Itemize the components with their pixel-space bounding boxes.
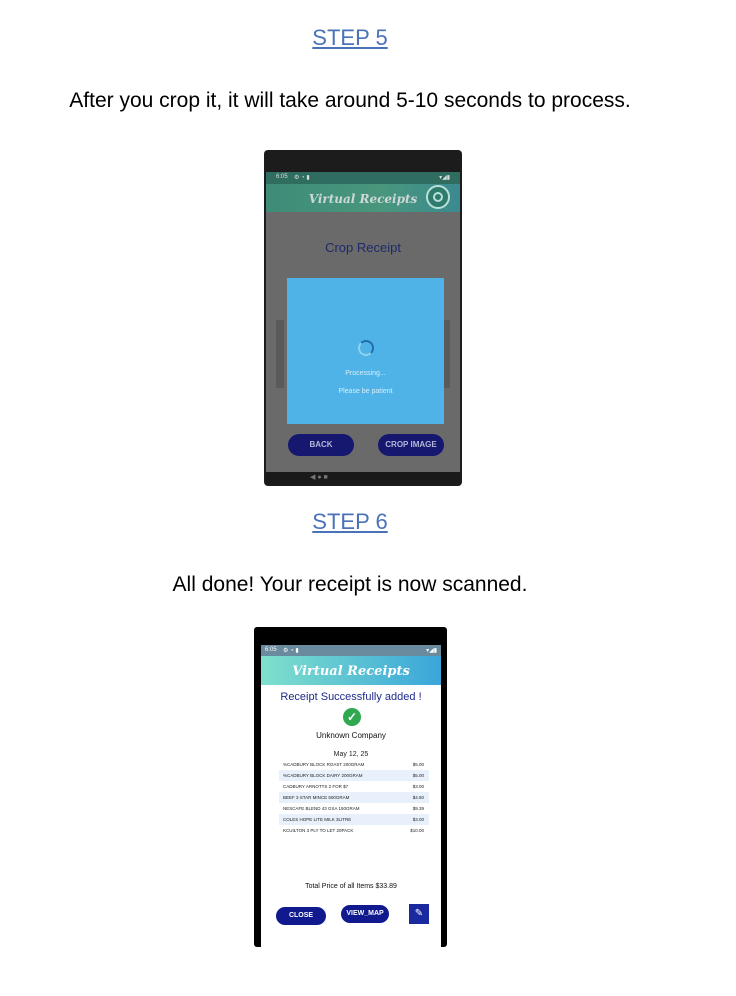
app-title: Virtual Receipts [292, 664, 410, 679]
item-price: $9.39 [412, 806, 424, 811]
spinner-icon [358, 340, 374, 356]
signal-icon: ▾◢▮ [426, 648, 437, 654]
item-price: $3.00 [412, 784, 424, 789]
item-name: COLES HOPE LITE MILK 3LITRE [283, 817, 352, 822]
phone-screenshot-processing: 6:05 ⚙ ◔ ▮ ▾◢▮ Virtual Receipts Crop Rec… [264, 150, 462, 486]
receipt-date: May 12, 25 [333, 751, 369, 758]
processing-dialog: Processing... Please be patient [287, 278, 444, 424]
success-message: Receipt Successfully added ! [280, 691, 422, 703]
total-price: Total Price of all Items $33.89 [305, 883, 397, 890]
status-icons: ⚙ ◔ ▮ [294, 175, 310, 181]
list-item: KCUILTON 3 PLY TO LET 20PACK $10.00 [279, 825, 429, 836]
receipt-items-list: %CADBURY BLOCK ROAST 200GRAM $5.00 %CADBU… [279, 759, 429, 836]
list-item: CADBURY ARNOTTS 2 FOR $7 $3.00 [279, 781, 429, 792]
item-name: KCUILTON 3 PLY TO LET 20PACK [283, 828, 354, 833]
patient-text: Please be patient [338, 388, 393, 395]
step-5-text: After you crop it, it will take around 5… [69, 89, 631, 112]
item-price: $3.00 [412, 817, 424, 822]
step-6-text: All done! Your receipt is now scanned. [172, 573, 528, 596]
page-title: Crop Receipt [325, 240, 401, 255]
item-name: NESCAFE BLEND 43 GXA 150GRAM [283, 806, 360, 811]
target-icon[interactable] [426, 185, 450, 209]
app-header: Virtual Receipts [261, 656, 441, 685]
signal-icon: ▾◢▮ [439, 175, 450, 181]
back-button[interactable]: BACK [288, 434, 354, 456]
nav-bar: ◀ ● ■ [266, 472, 460, 484]
list-item: NESCAFE BLEND 43 GXA 150GRAM $9.39 [279, 803, 429, 814]
list-item: BEEF 3 STAR MINCE 500GRAM $4.50 [279, 792, 429, 803]
status-icons: ⚙ ◔ ▮ [283, 648, 299, 654]
item-name: %CADBURY BLOCK ROAST 200GRAM [283, 762, 365, 767]
edit-icon[interactable]: ✎ [409, 904, 429, 924]
view-map-button[interactable]: VIEW_MAP [341, 905, 389, 923]
phone-screen: 6:05 ⚙ ◔ ▮ ▾◢▮ Virtual Receipts Receipt … [261, 645, 441, 947]
item-price: $5.00 [412, 773, 424, 778]
phone-screenshot-receipt: 6:05 ⚙ ◔ ▮ ▾◢▮ Virtual Receipts Receipt … [254, 627, 447, 947]
processing-text: Processing... [345, 370, 386, 377]
item-price: $5.00 [412, 762, 424, 767]
company-name: Unknown Company [316, 731, 386, 740]
list-item: %CADBURY BLOCK DAIRY 200GRAM $5.00 [279, 770, 429, 781]
list-item: %CADBURY BLOCK ROAST 200GRAM $5.00 [279, 759, 429, 770]
item-name: BEEF 3 STAR MINCE 500GRAM [283, 795, 350, 800]
nav-icons[interactable]: ◀ ● ■ [310, 473, 328, 481]
item-price: $4.50 [412, 795, 424, 800]
item-name: CADBURY ARNOTTS 2 FOR $7 [283, 784, 349, 789]
item-name: %CADBURY BLOCK DAIRY 200GRAM [283, 773, 363, 778]
step-6-heading: STEP 6 [312, 509, 388, 534]
crop-frame-left [276, 320, 284, 388]
status-bar: 6:05 ⚙ ◔ ▮ ▾◢▮ [266, 172, 460, 184]
status-bar: 6:05 ⚙ ◔ ▮ ▾◢▮ [261, 645, 441, 656]
app-header: Virtual Receipts [266, 184, 460, 212]
status-time: 6:05 [276, 174, 288, 180]
list-item: COLES HOPE LITE MILK 3LITRE $3.00 [279, 814, 429, 825]
step-5-heading: STEP 5 [312, 25, 388, 50]
crop-image-button[interactable]: CROP IMAGE [378, 434, 444, 456]
close-button[interactable]: CLOSE [276, 907, 326, 925]
item-price: $10.00 [410, 828, 424, 833]
phone-screen: 6:05 ⚙ ◔ ▮ ▾◢▮ Virtual Receipts Crop Rec… [266, 172, 460, 484]
status-time: 6:05 [265, 647, 277, 653]
check-circle-icon: ✓ [343, 708, 361, 726]
